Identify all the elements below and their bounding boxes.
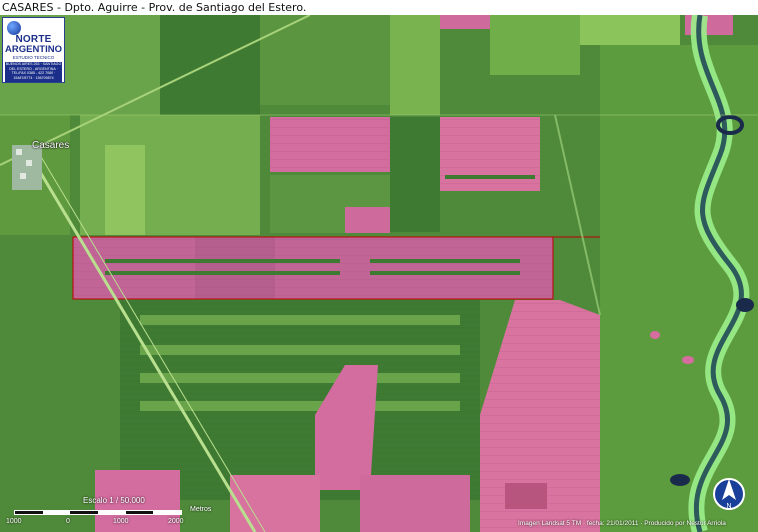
scale-title: Escalo 1 / 50.000	[83, 496, 145, 505]
page-title: CASARES - Dpto. Aguirre - Prov. de Santi…	[0, 0, 758, 15]
scale-unit: Metros	[190, 506, 212, 513]
image-credit: Imagen Landsat 5 TM · fecha: 21/01/2011 …	[518, 520, 726, 527]
logo-line-3: ESTUDIO TECNICO	[12, 55, 55, 60]
scale-tick: 2000	[168, 518, 184, 525]
map-page: CASARES - Dpto. Aguirre - Prov. de Santi…	[0, 0, 758, 532]
satellite-image	[0, 15, 758, 532]
scale-tick: 1000	[6, 518, 22, 525]
logo-line-2: ARGENTINO	[5, 44, 62, 55]
north-arrow-icon: N	[713, 478, 745, 510]
north-letter: N	[726, 503, 731, 510]
logo-contact-info: BUENOS AIRES 253 · SANTIAGO DEL ESTERO -…	[5, 62, 62, 82]
town-label: Casares	[32, 140, 70, 151]
satellite-map[interactable]: Casares	[0, 15, 758, 532]
globe-icon	[7, 21, 21, 35]
company-logo: NORTE ARGENTINO ESTUDIO TECNICO BUENOS A…	[2, 17, 65, 83]
scale-bar	[14, 510, 182, 515]
scale-tick: 0	[66, 518, 70, 525]
scale-tick: 1000	[113, 518, 129, 525]
